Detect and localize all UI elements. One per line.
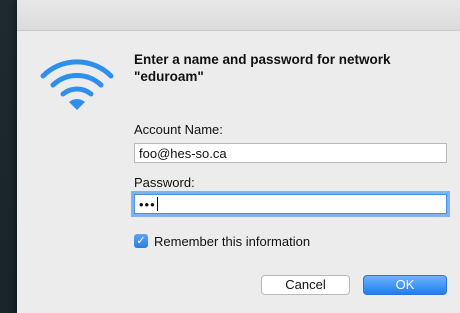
wifi-icon (40, 59, 114, 110)
cancel-button[interactable]: Cancel (261, 275, 350, 295)
password-label: Password: (134, 175, 195, 190)
remember-option[interactable]: ✓ Remember this information (134, 232, 310, 250)
remember-checkbox[interactable]: ✓ (134, 234, 148, 248)
checkmark-icon: ✓ (136, 235, 146, 247)
dialog-titlebar (17, 0, 460, 31)
account-name-input[interactable]: foo@hes-so.ca (134, 143, 447, 163)
wifi-login-dialog: Enter a name and password for network "e… (17, 0, 460, 313)
password-value: ••• (139, 197, 156, 212)
password-input[interactable]: ••• (134, 194, 447, 214)
text-caret (156, 197, 159, 211)
ok-button[interactable]: OK (363, 275, 447, 295)
dialog-heading: Enter a name and password for network "e… (134, 52, 391, 84)
remember-label: Remember this information (154, 233, 311, 249)
account-name-label: Account Name: (134, 122, 223, 137)
